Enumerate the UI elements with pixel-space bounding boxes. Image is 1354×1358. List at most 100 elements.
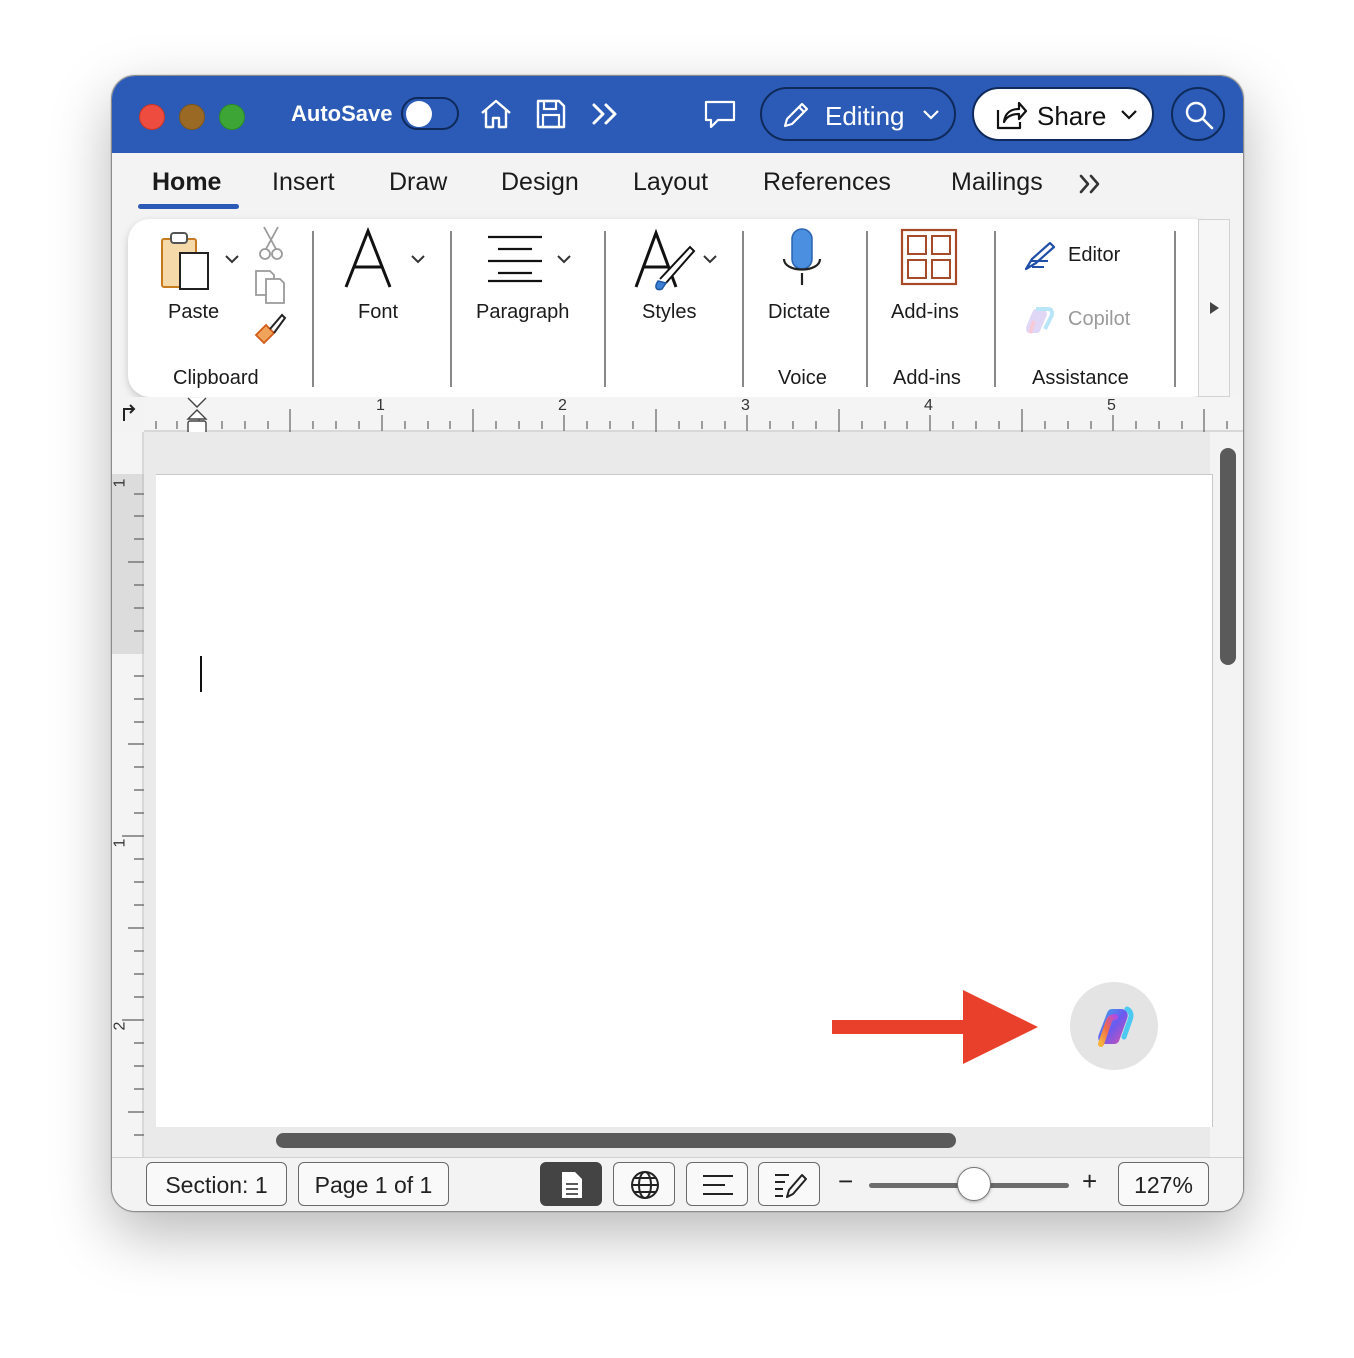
search-button[interactable] (1171, 87, 1225, 141)
tab-insert[interactable]: Insert (272, 168, 335, 197)
ruler-number: 1 (376, 397, 385, 414)
section-label: Section: 1 (165, 1172, 268, 1198)
document-page[interactable] (156, 474, 1213, 1127)
editor-icon (1024, 241, 1056, 271)
tab-draw[interactable]: Draw (389, 168, 447, 197)
ribbon-tabs: Home Insert Draw Design Layout Reference… (112, 153, 1243, 216)
triangle-right-icon (1210, 302, 1219, 314)
copilot-floating-button[interactable] (1070, 982, 1158, 1070)
group-divider (742, 231, 744, 387)
format-painter-icon[interactable] (252, 311, 288, 347)
editing-mode-button[interactable]: Editing (760, 87, 956, 141)
zoom-window-button[interactable] (219, 104, 245, 130)
ribbon-scroll-right-button[interactable] (1198, 219, 1230, 397)
group-divider (312, 231, 314, 387)
ruler-ticks (144, 409, 1243, 432)
outline-view-button[interactable] (686, 1162, 748, 1206)
document-icon (562, 1172, 582, 1198)
web-layout-view-button[interactable] (613, 1162, 675, 1206)
chevron-down-icon (225, 255, 239, 264)
share-label: Share (1037, 101, 1107, 131)
active-tab-indicator (138, 204, 239, 209)
tab-references[interactable]: References (763, 168, 891, 197)
ruler-ticks (112, 432, 144, 1157)
chevron-down-icon (1121, 110, 1137, 120)
more-icon[interactable] (588, 96, 624, 132)
vertical-scroll-thumb[interactable] (1220, 448, 1236, 665)
ruler-number: 2 (558, 397, 567, 414)
autosave-toggle-knob (406, 101, 432, 127)
title-bar: AutoSave Editing Share (112, 76, 1243, 153)
vertical-ruler[interactable]: 1 1 2 (112, 432, 144, 1157)
ruler-number: 2 (111, 1021, 129, 1031)
draft-view-button[interactable] (758, 1162, 820, 1206)
styles-icon (634, 229, 696, 291)
copy-icon[interactable] (252, 269, 288, 305)
tab-home[interactable]: Home (152, 168, 221, 197)
section-indicator[interactable]: Section: 1 (146, 1162, 287, 1206)
dictate-label: Dictate (768, 301, 831, 323)
font-icon (344, 227, 392, 288)
group-divider (866, 231, 868, 387)
horizontal-ruler[interactable]: 1 2 3 4 5 (144, 397, 1243, 434)
chevron-down-icon (703, 255, 717, 264)
editing-label: Editing (825, 101, 905, 131)
close-window-button[interactable] (139, 104, 165, 130)
group-divider (994, 231, 996, 387)
ruler-number: 5 (1107, 397, 1116, 414)
share-icon (996, 101, 1028, 130)
zoom-level-label: 127% (1134, 1172, 1193, 1198)
print-layout-view-button[interactable] (540, 1162, 602, 1206)
ribbon: Paste Clipboard Font Paragraph Styles Di… (128, 219, 1214, 397)
ruler-number: 3 (741, 397, 750, 414)
zoom-level-button[interactable]: 127% (1118, 1162, 1209, 1206)
editor-label: Editor (1068, 244, 1121, 266)
copilot-icon (1026, 307, 1054, 334)
globe-icon (631, 1171, 659, 1199)
voice-group-label: Voice (778, 367, 827, 389)
autosave-toggle[interactable] (401, 97, 459, 130)
comment-icon[interactable] (702, 96, 738, 132)
outline-icon (703, 1175, 733, 1195)
zoom-in-button[interactable]: + (1082, 1166, 1097, 1197)
tab-design[interactable]: Design (501, 168, 579, 197)
chevron-down-icon (411, 255, 425, 264)
addins-label: Add-ins (891, 301, 959, 323)
zoom-out-button[interactable]: − (838, 1166, 853, 1197)
assistance-group-label: Assistance (1032, 367, 1129, 389)
more-tabs-icon[interactable] (1077, 170, 1105, 198)
search-icon (1185, 101, 1214, 130)
paste-label: Paste (168, 301, 220, 323)
tab-mailings[interactable]: Mailings (951, 168, 1043, 197)
save-icon[interactable] (533, 96, 569, 132)
page-indicator[interactable]: Page 1 of 1 (298, 1162, 449, 1206)
copilot-label: Copilot (1068, 308, 1131, 330)
minimize-window-button[interactable] (179, 104, 205, 130)
group-divider (604, 231, 606, 387)
horizontal-scroll-thumb[interactable] (276, 1133, 956, 1148)
chevron-down-icon (923, 110, 939, 120)
tab-layout[interactable]: Layout (633, 168, 708, 197)
clipboard-icon (161, 232, 209, 290)
annotation-arrow-icon (832, 990, 1038, 1064)
chevron-down-icon (557, 255, 571, 264)
left-tab-stop-icon (123, 404, 136, 421)
clipboard-group-label: Clipboard (173, 367, 259, 389)
tab-selector[interactable] (112, 397, 144, 430)
status-bar: Section: 1 Page 1 of 1 − + 127% (112, 1157, 1243, 1211)
font-label: Font (358, 301, 399, 323)
addins-icon (900, 228, 958, 286)
copilot-icon (1098, 1006, 1134, 1047)
ruler-number: 4 (924, 397, 933, 414)
text-cursor (200, 656, 202, 692)
page-label: Page 1 of 1 (314, 1172, 433, 1198)
draft-icon (775, 1174, 807, 1198)
pencil-icon (783, 102, 809, 128)
ruler-number: 1 (111, 478, 129, 488)
group-divider (1174, 231, 1176, 387)
share-button[interactable]: Share (972, 87, 1154, 141)
group-divider (450, 231, 452, 387)
zoom-slider-knob[interactable] (957, 1167, 991, 1201)
scissors-icon[interactable] (256, 225, 286, 261)
home-icon[interactable] (478, 96, 514, 132)
